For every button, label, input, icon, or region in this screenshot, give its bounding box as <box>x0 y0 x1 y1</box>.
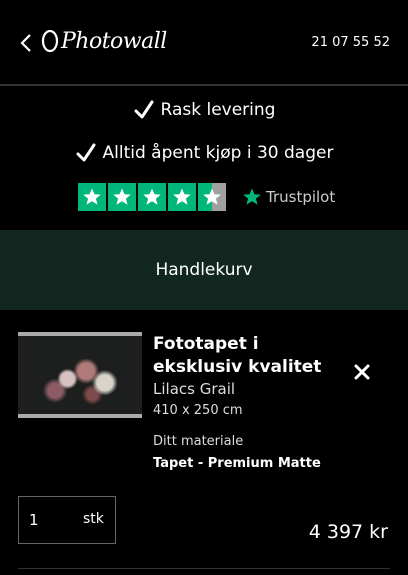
star-icon <box>78 183 106 211</box>
material-value: Tapet - Premium Matte <box>153 456 321 471</box>
cart-banner: Handlekurv <box>0 230 408 310</box>
trustpilot-star-icon <box>243 188 261 205</box>
product-variant: Lilacs Grail <box>153 380 236 398</box>
product-image <box>18 336 142 414</box>
quantity-input[interactable] <box>19 497 79 543</box>
trustpilot-logo: Trustpilot <box>242 187 335 207</box>
star-icon <box>168 183 196 211</box>
star-icon <box>108 183 136 211</box>
trustpilot-label: Trustpilot <box>266 188 336 206</box>
quantity-unit: stk <box>83 511 104 527</box>
trustpilot-rating[interactable]: Trustpilot <box>78 183 335 211</box>
product-thumbnail[interactable] <box>18 332 142 418</box>
product-size: 410 x 250 cm <box>153 403 243 418</box>
cart-title: Handlekurv <box>155 260 253 280</box>
logo[interactable]: Photowall <box>40 28 167 54</box>
chevron-left-icon[interactable] <box>18 30 38 56</box>
quantity-field[interactable]: stk <box>18 496 116 544</box>
star-icon <box>138 183 166 211</box>
phone-number[interactable]: 21 07 55 52 <box>311 35 390 50</box>
usp-text: Rask levering <box>160 100 276 120</box>
usp-text: Alltid åpent kjøp i 30 dager <box>102 143 334 163</box>
item-divider <box>18 568 390 569</box>
star-rating <box>78 183 228 211</box>
item-price: 4 397 kr <box>308 521 388 543</box>
logo-mark-icon <box>41 29 59 53</box>
close-icon[interactable] <box>353 363 371 381</box>
header-divider <box>0 84 408 86</box>
header: Photowall 21 07 55 52 <box>0 0 408 84</box>
logo-text: Photowall <box>61 28 167 54</box>
usp-fast-delivery: Rask levering <box>0 99 408 121</box>
check-icon <box>76 143 96 162</box>
material-label: Ditt materiale <box>153 434 244 449</box>
product-title[interactable]: Fototapet i eksklusiv kvalitet <box>153 333 353 379</box>
half-star-icon <box>198 183 226 211</box>
check-icon <box>134 100 154 119</box>
usp-open-purchase: Alltid åpent kjøp i 30 dager <box>0 142 408 164</box>
thumb-edge-bottom <box>18 414 142 418</box>
